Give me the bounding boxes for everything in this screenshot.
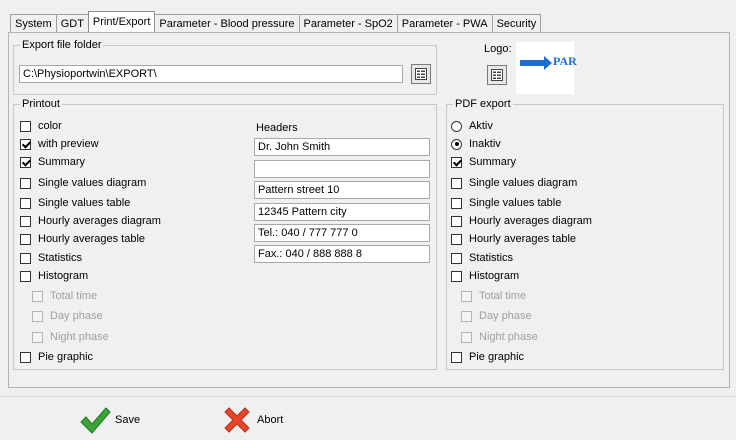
header-line-4[interactable]: 12345 Pattern city [254,203,430,221]
printout-summary-checkbox[interactable]: Summary [20,155,85,169]
header-line-6[interactable]: Fax.: 040 / 888 888 8 [254,245,430,263]
export-path-field[interactable]: C:\Physioportwin\EXPORT\ [19,65,403,83]
pdf-single-values-table-checkbox[interactable]: Single values table [451,196,561,210]
printout-histogram-checkbox[interactable]: Histogram [20,269,88,283]
printout-hourly-averages-diagram-checkbox[interactable]: Hourly averages diagram [20,214,161,228]
pdf-night-phase-checkbox: Night phase [461,330,538,344]
pdf-hourly-averages-table-checkbox[interactable]: Hourly averages table [451,232,576,246]
pdf-hourly-averages-diagram-checkbox[interactable]: Hourly averages diagram [451,214,592,228]
printout-night-phase-checkbox: Night phase [32,330,109,344]
save-label: Save [115,414,141,426]
printout-color-checkbox[interactable]: color [20,119,62,133]
folder-browse-icon [491,69,503,81]
tab-print-export[interactable]: Print/Export [87,11,156,32]
tab-parameter-spo2[interactable]: Parameter - SpO2 [298,14,398,32]
tab-strip: System GDT Print/Export Parameter - Bloo… [10,11,542,32]
header-line-3[interactable]: Pattern street 10 [254,181,430,199]
close-x-icon [224,407,250,433]
logo-browse-button[interactable] [487,65,507,85]
pdf-total-time-checkbox: Total time [461,289,526,303]
pdf-export-title: PDF export [453,98,513,111]
abort-label: Abort [257,414,284,426]
pdf-statistics-checkbox[interactable]: Statistics [451,251,513,265]
save-button[interactable]: Save [78,405,140,435]
printout-title: Printout [20,98,62,111]
export-folder-title: Export file folder [20,39,104,52]
tab-parameter-blood-pressure[interactable]: Parameter - Blood pressure [154,14,300,32]
printout-single-values-table-checkbox[interactable]: Single values table [20,196,130,210]
tab-system[interactable]: System [10,14,57,32]
logo-brand-text: PAR [553,54,577,68]
printout-total-time-checkbox: Total time [32,289,97,303]
tab-parameter-pwa[interactable]: Parameter - PWA [396,14,493,32]
header-line-5[interactable]: Tel.: 040 / 777 777 0 [254,224,430,242]
pdf-pie-graphic-checkbox[interactable]: Pie graphic [451,350,524,364]
tab-gdt[interactable]: GDT [55,14,89,32]
printout-statistics-checkbox[interactable]: Statistics [20,251,82,265]
pdf-inaktiv-radio[interactable]: Inaktiv [451,137,501,151]
pdf-aktiv-radio[interactable]: Aktiv [451,119,493,133]
printout-with-preview-checkbox[interactable]: with preview [20,137,99,151]
header-line-2[interactable] [254,160,430,178]
header-line-1[interactable]: Dr. John Smith [254,138,430,156]
folder-browse-icon [415,68,427,80]
printout-day-phase-checkbox: Day phase [32,309,103,323]
printout-single-values-diagram-checkbox[interactable]: Single values diagram [20,176,146,190]
pdf-single-values-diagram-checkbox[interactable]: Single values diagram [451,176,577,190]
pdf-histogram-checkbox[interactable]: Histogram [451,269,519,283]
tab-security[interactable]: Security [491,14,542,32]
headers-label: Headers [256,122,298,134]
logo-preview: PAR [516,42,577,94]
abort-button[interactable]: Abort [222,405,283,435]
logo-label: Logo: [484,43,512,55]
pdf-day-phase-checkbox: Day phase [461,309,532,323]
export-browse-button[interactable] [411,64,431,84]
pdf-summary-checkbox[interactable]: Summary [451,155,516,169]
checkmark-icon [80,407,111,434]
printout-pie-graphic-checkbox[interactable]: Pie graphic [20,350,93,364]
printout-hourly-averages-table-checkbox[interactable]: Hourly averages table [20,232,145,246]
